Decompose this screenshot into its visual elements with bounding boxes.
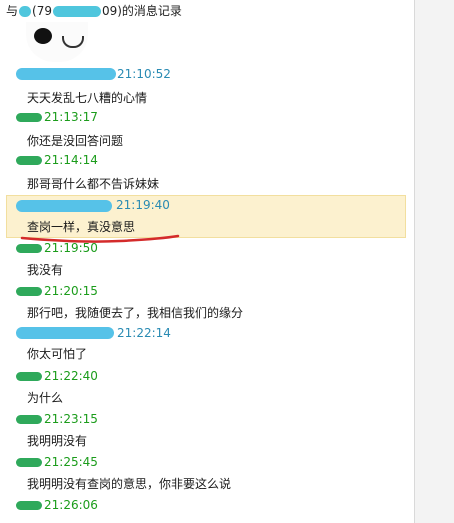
message-text: 为什么 [27, 391, 64, 405]
message-time: 21:20:15 [44, 284, 98, 298]
message-time: 21:19:40 [116, 198, 170, 212]
redacted-sender [16, 200, 112, 212]
message-text: 我没有 [27, 263, 64, 277]
redacted-sender [16, 287, 42, 296]
message-time: 21:13:17 [44, 110, 98, 124]
message-time: 21:10:52 [117, 67, 171, 81]
message-text: 我明明没有 [27, 434, 88, 448]
redacted-sender [16, 372, 42, 381]
message-time: 21:22:14 [117, 326, 171, 340]
message-text: 天天发乱七八糟的心情 [27, 91, 148, 105]
message-time: 21:26:06 [44, 498, 98, 512]
redacted-sender [16, 244, 42, 253]
message-text: 我明明没有查岗的意思，你非要这么说 [27, 477, 232, 491]
meme-eye [34, 28, 52, 44]
chat-history-window: 与 (79 09)的消息记录 21:10:52 天天发乱七八糟的心情 21:13:1… [0, 0, 415, 523]
meme-mouth [62, 36, 84, 48]
side-panel [415, 0, 454, 523]
message-text: 那哥哥什么都不告诉妹妹 [27, 177, 160, 191]
window-title: 与 (79 09)的消息记录 [6, 2, 182, 20]
message-time: 21:22:40 [44, 369, 98, 383]
redacted-sender [16, 501, 42, 510]
redacted-sender [16, 415, 42, 424]
message-text: 那行吧，我随便去了，我相信我们的缘分 [27, 306, 244, 320]
redacted-sender [16, 113, 42, 122]
meme-image[interactable] [26, 22, 88, 62]
message-text: 你太可怕了 [27, 347, 88, 361]
redacted-sender [16, 327, 114, 339]
redacted-sender [16, 156, 42, 165]
message-text: 你还是没回答问题 [27, 134, 124, 148]
message-time: 21:23:15 [44, 412, 98, 426]
message-time: 21:25:45 [44, 455, 98, 469]
redacted-sender [16, 458, 42, 467]
title-id-end: 09) [101, 4, 122, 18]
redacted-sender [16, 68, 116, 80]
redaction-blur [52, 6, 101, 17]
title-prefix: 与 [6, 4, 19, 18]
message-time: 21:19:50 [44, 241, 98, 255]
message-text: 查岗一样，真没意思 [27, 220, 136, 234]
message-time: 21:14:14 [44, 153, 98, 167]
redaction-blur [19, 6, 32, 17]
title-id-start: (79 [32, 4, 52, 18]
title-suffix: 的消息记录 [121, 4, 182, 18]
